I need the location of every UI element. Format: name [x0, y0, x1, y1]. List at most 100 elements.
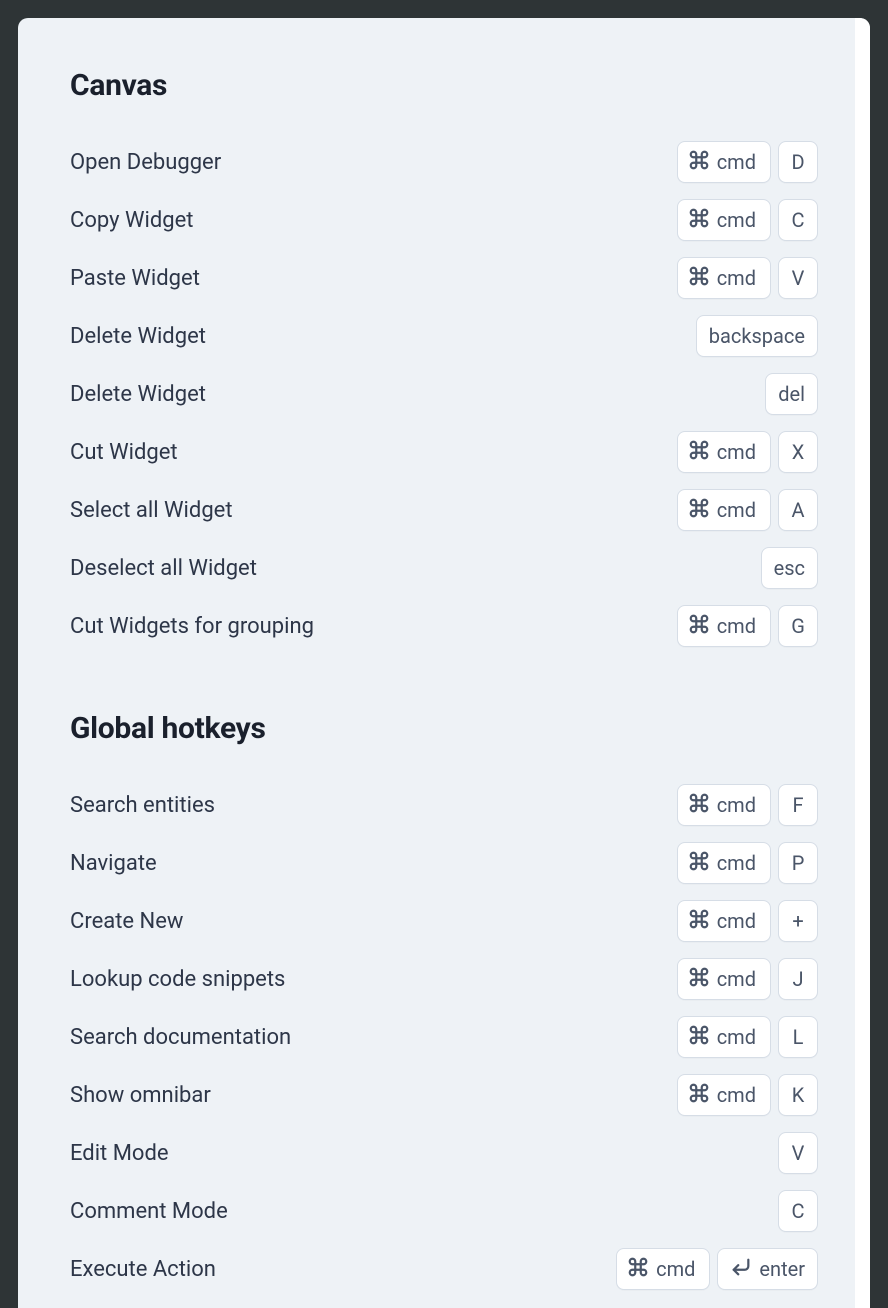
- shortcut-row: Execute Action cmd enter: [70, 1240, 818, 1298]
- shortcut-label: Navigate: [70, 851, 157, 876]
- key-label: P: [792, 851, 805, 875]
- key: J: [778, 958, 818, 1000]
- section-title: Global hotkeys: [70, 711, 818, 746]
- shortcut-label: Select all Widget: [70, 498, 233, 523]
- key-cmd: cmd: [677, 958, 771, 1000]
- key-label: cmd: [717, 498, 756, 522]
- key-label: cmd: [717, 909, 756, 933]
- shortcut-label: Comment Mode: [70, 1199, 228, 1224]
- shortcut-keys: esc: [761, 547, 818, 589]
- key-label: V: [792, 266, 805, 290]
- key-label: C: [791, 208, 804, 232]
- key: V: [778, 257, 818, 299]
- key-label: cmd: [717, 614, 756, 638]
- key-label: cmd: [717, 793, 756, 817]
- shortcuts-panel: Canvas Open Debugger cmd D Copy Widget cm…: [18, 18, 870, 1308]
- enter-icon: [730, 1256, 752, 1283]
- key-cmd: cmd: [677, 784, 771, 826]
- shortcut-keys: cmd K: [677, 1074, 818, 1116]
- key: +: [778, 900, 818, 942]
- key-label: L: [793, 1025, 804, 1049]
- command-icon: [688, 207, 710, 234]
- shortcut-keys: cmd J: [677, 958, 818, 1000]
- command-icon: [688, 149, 710, 176]
- key-cmd: cmd: [677, 257, 771, 299]
- shortcut-label: Create New: [70, 909, 183, 934]
- shortcut-row: Search entities cmd F: [70, 776, 818, 834]
- shortcut-row: Create New cmd +: [70, 892, 818, 950]
- key: F: [778, 784, 818, 826]
- shortcut-keys: cmd enter: [616, 1248, 818, 1290]
- key-label: G: [791, 614, 805, 638]
- shortcut-keys: cmd V: [677, 257, 818, 299]
- key-label: del: [778, 382, 805, 406]
- command-icon: [688, 908, 710, 935]
- key-label: C: [791, 1199, 804, 1223]
- shortcut-label: Delete Widget: [70, 382, 206, 407]
- scrollbar-gutter[interactable]: [855, 18, 870, 1308]
- shortcut-row: Edit Mode V: [70, 1124, 818, 1182]
- command-icon: [688, 1082, 710, 1109]
- key-label: V: [792, 1141, 805, 1165]
- key: P: [778, 842, 818, 884]
- command-icon: [688, 265, 710, 292]
- command-icon: [688, 613, 710, 640]
- key-label: X: [792, 440, 805, 464]
- shortcut-keys: cmd A: [677, 489, 818, 531]
- shortcut-row: Show omnibar cmd K: [70, 1066, 818, 1124]
- shortcut-keys: cmd P: [677, 842, 818, 884]
- shortcut-label: Edit Mode: [70, 1141, 169, 1166]
- command-icon: [688, 439, 710, 466]
- key-label: enter: [759, 1257, 805, 1281]
- shortcut-label: Show omnibar: [70, 1083, 211, 1108]
- key-label: +: [792, 909, 803, 933]
- key-cmd: cmd: [677, 141, 771, 183]
- shortcut-label: Cut Widget: [70, 440, 178, 465]
- key-cmd: cmd: [677, 199, 771, 241]
- shortcut-label: Copy Widget: [70, 208, 193, 233]
- shortcut-keys: cmd F: [677, 784, 818, 826]
- shortcut-row: Lookup code snippets cmd J: [70, 950, 818, 1008]
- shortcut-label: Deselect all Widget: [70, 556, 257, 581]
- shortcut-row: Delete Widget del: [70, 365, 818, 423]
- shortcut-row: Delete Widget backspace: [70, 307, 818, 365]
- key-cmd: cmd: [677, 431, 771, 473]
- shortcut-keys: cmd G: [677, 605, 818, 647]
- key-label: A: [791, 498, 804, 522]
- shortcut-row: Comment Mode C: [70, 1182, 818, 1240]
- command-icon: [688, 792, 710, 819]
- shortcut-keys: cmd D: [677, 141, 818, 183]
- section-title: Canvas: [70, 68, 818, 103]
- shortcut-label: Delete Widget: [70, 324, 206, 349]
- key-cmd: cmd: [677, 842, 771, 884]
- command-icon: [688, 497, 710, 524]
- shortcut-section: Canvas Open Debugger cmd D Copy Widget cm…: [70, 68, 818, 655]
- key-label: cmd: [656, 1257, 695, 1281]
- shortcut-keys: cmd X: [677, 431, 818, 473]
- shortcut-row: Paste Widget cmd V: [70, 249, 818, 307]
- key-label: cmd: [717, 440, 756, 464]
- key: del: [765, 373, 818, 415]
- shortcut-row: Select all Widget cmd A: [70, 481, 818, 539]
- shortcut-section: Global hotkeys Search entities cmd F Navi…: [70, 711, 818, 1298]
- key-cmd: cmd: [677, 489, 771, 531]
- shortcut-keys: C: [778, 1190, 818, 1232]
- key: G: [778, 605, 818, 647]
- key-cmd: cmd: [677, 1074, 771, 1116]
- key-label: esc: [774, 556, 805, 580]
- shortcut-row: Cut Widgets for grouping cmd G: [70, 597, 818, 655]
- key-cmd: cmd: [616, 1248, 710, 1290]
- key: X: [778, 431, 818, 473]
- shortcut-label: Lookup code snippets: [70, 967, 285, 992]
- key-label: F: [792, 793, 803, 817]
- key: K: [778, 1074, 818, 1116]
- shortcut-row: Open Debugger cmd D: [70, 133, 818, 191]
- key: A: [778, 489, 818, 531]
- key: backspace: [696, 315, 818, 357]
- shortcut-keys: del: [765, 373, 818, 415]
- shortcut-keys: cmd +: [677, 900, 818, 942]
- key-label: backspace: [709, 324, 805, 348]
- shortcut-row: Copy Widget cmd C: [70, 191, 818, 249]
- shortcut-keys: V: [778, 1132, 818, 1174]
- key-label: K: [792, 1083, 805, 1107]
